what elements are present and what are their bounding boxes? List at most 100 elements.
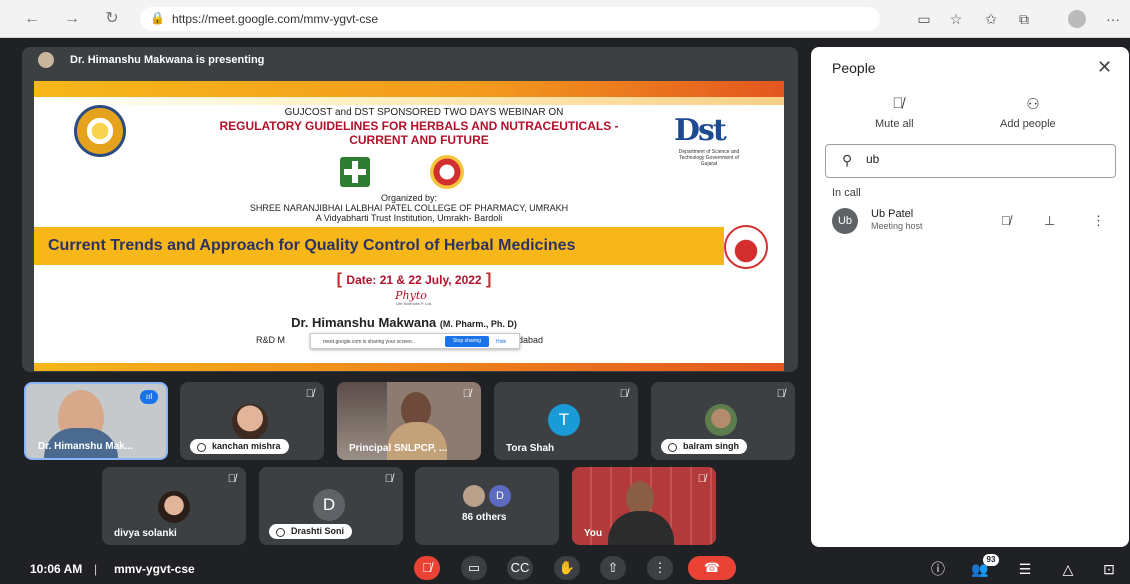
collections-icon[interactable]: ⧉ [1015,10,1033,28]
people-panel: People ✕ 🎙̸ Mute all ⚇ Add people ⚲ In c… [811,47,1129,547]
mute-all-button[interactable]: Mute all [875,118,914,130]
slide-top-band [34,81,784,97]
hide-button[interactable]: Hide [496,339,506,345]
read-aloud-icon[interactable]: ☆ [947,10,965,28]
speaking-indicator-icon: ııl [140,390,158,404]
participant-name: balram singh [661,439,748,454]
muted-mic-icon: 🎙̸ [619,388,628,400]
participant-count-badge: 93 [983,554,999,566]
others-avatar [463,485,485,507]
college-seal-logo [430,155,464,189]
others-initial: D [489,485,511,507]
participant-name: divya solanki [114,528,177,539]
participant-tile[interactable]: ııl Dr. Himanshu Mak... [24,382,168,460]
topic-band: Current Trends and Approach for Quality … [34,227,724,265]
dst-logo: Dst Department of Science and Technology… [674,113,744,167]
raise-hand-button[interactable]: ✋ [554,556,580,580]
in-call-heading: In call [832,187,861,199]
college-name: SHREE NARANJIBHAI LALBHAI PATEL COLLEGE … [249,203,569,213]
pharmacy-cross-logo [340,157,370,187]
participant-initial: D [313,489,345,521]
participant-tile[interactable]: 🎙̸ divya solanki [102,467,246,545]
meeting-code: mmv-ygvt-cse [114,562,195,576]
slide-heading-1: GUJCOST and DST SPONSORED TWO DAYS WEBIN… [284,107,564,118]
camera-icon[interactable]: ▭ [915,10,933,28]
meeting-time: 10:06 AM [30,562,83,576]
close-icon[interactable]: ✕ [1097,57,1112,78]
muted-mic-icon: 🎙̸ [776,388,785,400]
topic-title: Current Trends and Approach for Quality … [48,237,576,254]
end-call-button[interactable]: ☎ [688,556,736,580]
search-input[interactable] [866,152,1066,166]
participant-name: Principal SNLPCP, ... [349,443,448,454]
more-vert-icon[interactable]: ⋮ [1092,213,1105,229]
favorites-icon[interactable]: ✩ [982,10,1000,28]
slide-heading-3: CURRENT AND FUTURE [349,133,489,147]
university-seal-logo [74,105,126,157]
browser-toolbar: ← → ↻ 🔒 https://meet.google.com/mmv-ygvt… [0,0,1130,38]
forward-button[interactable]: → [62,9,82,29]
add-person-icon[interactable]: ⚇ [1023,95,1043,115]
pin-icon[interactable]: ⊥ [1044,213,1055,229]
stop-sharing-button[interactable]: Stop sharing [445,336,489,347]
presenter-avatar [38,52,54,68]
back-button[interactable]: ← [22,9,42,29]
presenter-label: Dr. Himanshu Makwana is presenting [70,54,265,66]
host-controls-icon[interactable]: ⊡ [1099,560,1119,578]
participant-initial: T [548,404,580,436]
participant-name: kanchan mishra [190,439,289,454]
shared-slide: Dst Department of Science and Technology… [34,81,784,371]
member-name: Ub Patel [871,208,914,220]
participant-tile[interactable]: 🎙̸ T Tora Shah [494,382,638,460]
more-options-button[interactable]: ⋮ [647,556,673,580]
participant-name: You [584,528,603,539]
chat-icon[interactable]: ☰ [1015,560,1035,578]
url-text: https://meet.google.com/mmv-ygvt-cse [172,12,379,26]
trust-name: A Vidyabharti Trust Institution, Umrakh-… [315,213,503,223]
dst-logo-text: Dst [674,113,727,148]
participant-name: Tora Shah [506,443,555,454]
dst-logo-subtext: Department of Science and Technology Gov… [678,149,740,167]
speaker-affiliation-start: R&D M [256,335,285,345]
info-icon[interactable]: ⓘ [928,560,948,578]
date-label: [ Date: 21 & 22 July, 2022 ] [336,271,492,288]
mic-off-button[interactable]: 🎙̸ [414,556,440,580]
lock-icon: 🔒 [150,11,165,25]
participant-name: Dr. Himanshu Mak... [38,441,134,452]
participant-name: Drashti Soni [269,524,353,539]
avatar: Ub [832,208,858,234]
activities-icon[interactable]: △ [1058,560,1078,578]
participant-tile-self[interactable]: 🎙̸ You [572,467,716,545]
participant-avatar [705,404,737,436]
organized-by: Organized by: [380,193,438,203]
muted-mic-icon: 🎙̸ [462,388,471,400]
muted-mic-icon: 🎙̸ [697,473,706,485]
camera-button[interactable]: ▭ [461,556,487,580]
participant-tile[interactable]: 🎙̸ balram singh [651,382,795,460]
member-role: Meeting host [871,221,923,231]
more-icon[interactable]: ··· [1104,10,1122,28]
participant-tile[interactable]: 🎙̸ kanchan mishra [180,382,324,460]
speaker-line: Dr. Himanshu Makwana (M. Pharm., Ph. D) [234,315,574,330]
profile-icon[interactable] [1068,10,1086,28]
people-search[interactable]: ⚲ [825,144,1116,178]
address-bar[interactable]: 🔒 https://meet.google.com/mmv-ygvt-cse [140,7,880,31]
reload-button[interactable]: ↻ [102,9,122,29]
others-tile[interactable]: D 86 others [415,467,559,545]
participant-tile[interactable]: 🎙̸ Principal SNLPCP, ... [337,382,481,460]
date-text: Date: 21 & 22 July, 2022 [346,273,482,287]
member-mute-icon[interactable]: 🎙̸ [1001,213,1011,228]
muted-mic-icon: 🎙̸ [227,473,236,485]
participant-tile[interactable]: 🎙̸ D Drashti Soni [259,467,403,545]
slide-bottom-band [34,363,784,371]
panel-title: People [832,60,876,76]
others-count: 86 others [462,512,507,523]
present-button[interactable]: ⇧ [600,556,626,580]
captions-button[interactable]: CC [507,556,533,580]
participant-video [626,481,654,515]
participant-body [387,422,447,460]
add-people-button[interactable]: Add people [1000,118,1056,130]
speaker-affiliation-end: dabad [518,335,544,345]
mute-all-icon[interactable]: 🎙̸ [888,95,908,115]
bowl-logo [724,225,768,269]
